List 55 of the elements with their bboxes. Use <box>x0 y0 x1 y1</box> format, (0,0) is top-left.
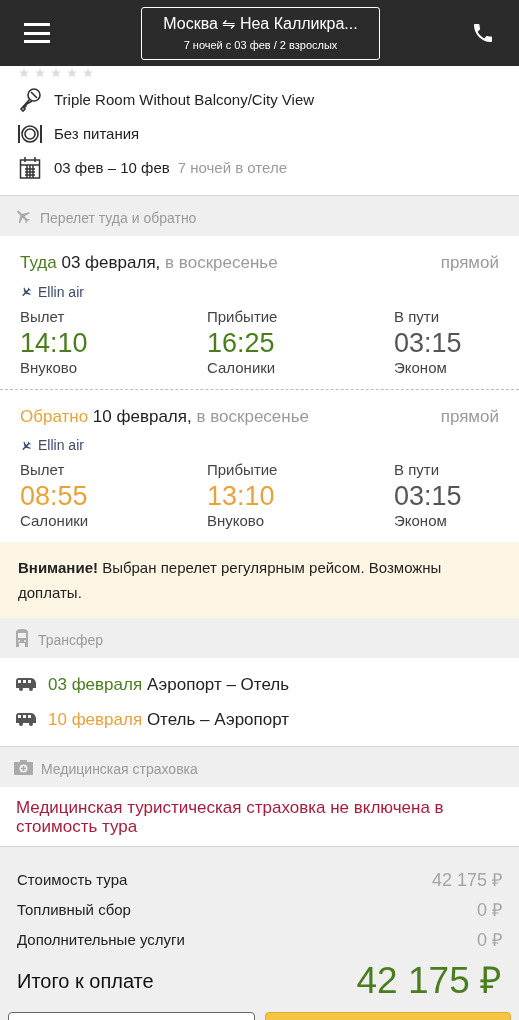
minibus-icon <box>16 678 36 692</box>
phone-button[interactable] <box>471 21 495 45</box>
minibus-icon <box>16 712 36 726</box>
price-value: 42 175 ₽ <box>431 868 502 892</box>
column-label: Вылет <box>20 460 66 480</box>
transfer-text: 03 февраля Аэропорт – Отель <box>48 674 290 696</box>
section-title: Перелет туда и обратно <box>40 208 197 228</box>
notice-text: Внимание! Выбран перелет регулярным рейсом. Возможны доплаты. <box>18 558 443 603</box>
price-value: 0 ₽ <box>477 898 502 922</box>
price-label: Стоимость тура <box>17 869 128 890</box>
place-text: Внуково <box>207 512 265 530</box>
search-summary-button[interactable]: Москва ⇋ Неа Калликра... 7 ночей с 03 фев / 2 взрослых <box>141 6 380 60</box>
key-icon <box>18 87 42 113</box>
bus-icon <box>14 629 30 647</box>
flight-date-heading: Туда 03 февраля, в воскресенье <box>20 252 278 274</box>
menu-button[interactable] <box>24 23 50 43</box>
airplane-icon <box>20 439 32 452</box>
price-label: Топливный сбор <box>17 899 131 920</box>
time-text: 03:15 <box>394 480 463 512</box>
flight-type-text: прямой <box>440 405 499 428</box>
price-value: 0 ₽ <box>477 928 502 952</box>
first-aid-kit-icon <box>14 759 33 775</box>
place-text: Эконом <box>394 512 448 530</box>
column-label: Вылет <box>20 306 66 327</box>
transfer-text: 10 февраля Отель – Аэропорт <box>48 708 290 731</box>
stay-dates-text: 03 фев – 10 фев <box>54 157 170 178</box>
place-text: Салоники <box>207 358 277 377</box>
time-text: 14:10 <box>20 326 89 359</box>
calendar-icon <box>19 156 41 180</box>
section-title: Трансфер <box>38 630 104 650</box>
insurance-warning-text: Медицинская туристическая страховка не включена в стоимость тура <box>16 798 445 836</box>
meal-plan-text: Без питания <box>54 123 140 144</box>
section-title: Медицинская страховка <box>41 759 198 779</box>
flight-date-heading: Обратно 10 февраля, в воскресенье <box>20 405 310 428</box>
airplane-icon <box>20 286 32 298</box>
place-text: Салоники <box>20 512 90 530</box>
place-text: Эконом <box>394 358 448 377</box>
total-price: 42 175 ₽ <box>356 961 502 1001</box>
total-label: Итого к оплате <box>17 969 154 994</box>
place-text: Внуково <box>20 358 78 377</box>
plate-cutlery-icon <box>17 123 43 145</box>
time-text: 16:25 <box>207 326 276 359</box>
time-text: 08:55 <box>20 480 89 512</box>
airline-name: Ellin air <box>38 436 84 455</box>
time-text: 03:15 <box>394 326 463 359</box>
nights-count-text: 7 ночей в отеле <box>177 157 287 178</box>
room-type-text: Triple Room Without Balcony/City View <box>54 89 315 110</box>
price-label: Дополнительные услуги <box>17 929 185 950</box>
column-label: Прибытие <box>207 460 279 480</box>
airline-name: Ellin air <box>38 282 84 302</box>
column-label: Прибытие <box>207 306 279 327</box>
column-label: В пути <box>394 460 441 480</box>
time-text: 13:10 <box>207 480 276 512</box>
flight-type-text: прямой <box>440 252 499 274</box>
column-label: В пути <box>394 306 441 327</box>
